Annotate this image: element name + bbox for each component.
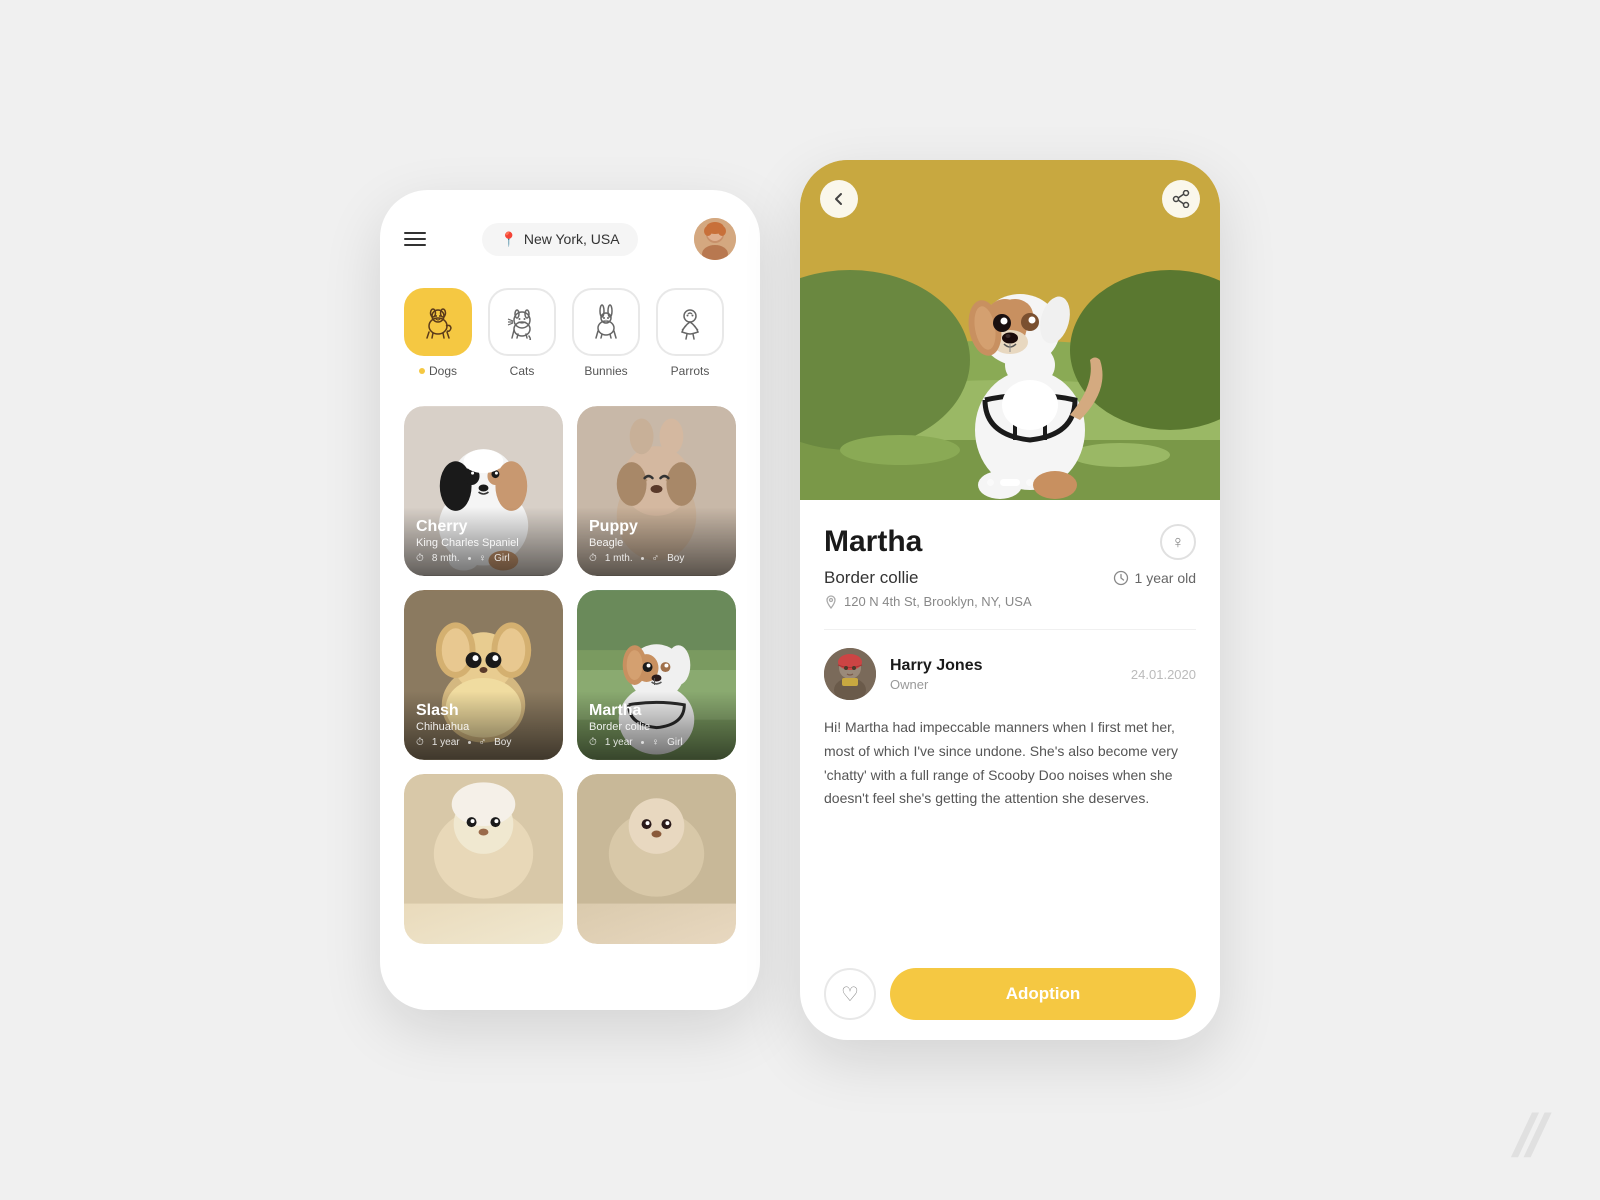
parrots-label: Parrots xyxy=(671,364,710,378)
menu-button[interactable] xyxy=(404,232,426,246)
hero-image xyxy=(800,160,1220,500)
pet-card-info-slash: Slash Chihuahua ⏱ 1 year ♂ Boy xyxy=(404,691,563,760)
pet-name-large: Martha xyxy=(824,525,922,559)
hero-controls xyxy=(800,180,1220,218)
pet-card-6[interactable] xyxy=(577,774,736,944)
pet-age: 1 year xyxy=(605,737,633,748)
pet-name: Puppy xyxy=(589,517,724,536)
age-icon: ⏱ xyxy=(589,553,597,564)
pet-card-info-martha: Martha Border collie ⏱ 1 year ♀ Girl xyxy=(577,691,736,760)
bottom-actions: ♡ Adoption xyxy=(824,968,1196,1020)
divider xyxy=(824,629,1196,630)
gender-icon: ♂ xyxy=(479,737,487,748)
cats-label: Cats xyxy=(510,364,535,378)
pet-meta: ⏱ 1 year ♀ Girl xyxy=(589,737,724,748)
gender-icon: ♀ xyxy=(652,737,660,748)
pet-age: 1 mth. xyxy=(605,553,633,564)
separator xyxy=(641,557,644,560)
pet-breed: Chihuahua xyxy=(416,721,551,733)
pet-gender: Boy xyxy=(667,553,684,564)
pet-name: Cherry xyxy=(416,517,551,536)
owner-date: 24.01.2020 xyxy=(1131,667,1196,682)
pet-card-slash[interactable]: Slash Chihuahua ⏱ 1 year ♂ Boy xyxy=(404,590,563,760)
pet-name: Martha xyxy=(589,701,724,720)
category-list: Dogs xyxy=(404,288,736,378)
pet-meta: ⏱ 1 mth. ♂ Boy xyxy=(589,553,724,564)
top-bar: 📍 New York, USA xyxy=(404,218,736,260)
share-button[interactable] xyxy=(1162,180,1200,218)
breed-name: Border collie xyxy=(824,568,919,588)
pet-card-info-puppy: Puppy Beagle ⏱ 1 mth. ♂ Boy xyxy=(577,507,736,576)
pet-gender: Girl xyxy=(494,553,510,564)
pet-name: Slash xyxy=(416,701,551,720)
watermark: // xyxy=(1512,1101,1543,1170)
category-parrots[interactable]: Parrots xyxy=(656,288,724,378)
pet-gender: Boy xyxy=(494,737,511,748)
pet-meta: ⏱ 8 mth. ♀ Girl xyxy=(416,553,551,564)
owner-row: Harry Jones Owner 24.01.2020 xyxy=(824,648,1196,700)
owner-info: Harry Jones Owner xyxy=(890,657,1117,692)
pet-age: 1 year old xyxy=(1113,570,1196,586)
owner-role: Owner xyxy=(890,677,1117,692)
separator xyxy=(641,741,644,744)
favorite-button[interactable]: ♡ xyxy=(824,968,876,1020)
pet-breed: King Charles Spaniel xyxy=(416,537,551,549)
detail-screen: Martha ♀ Border collie 1 year old xyxy=(800,160,1220,1040)
separator xyxy=(468,741,471,744)
pet-card-puppy[interactable]: Puppy Beagle ⏱ 1 mth. ♂ Boy xyxy=(577,406,736,576)
dot-2 xyxy=(1000,479,1020,486)
pet-name-row: Martha ♀ xyxy=(824,524,1196,560)
location-selector[interactable]: 📍 New York, USA xyxy=(482,223,637,256)
bunnies-icon-wrap xyxy=(572,288,640,356)
dogs-label: Dogs xyxy=(419,364,457,378)
category-cats[interactable]: Cats xyxy=(488,288,556,378)
pet-location: 120 N 4th St, Brooklyn, NY, USA xyxy=(824,594,1196,609)
pet-card-cherry[interactable]: Cherry King Charles Spaniel ⏱ 8 mth. ♀ G… xyxy=(404,406,563,576)
location-pin-icon: 📍 xyxy=(500,231,517,248)
cats-icon-wrap xyxy=(488,288,556,356)
age-icon: ⏱ xyxy=(416,737,424,748)
location-text: New York, USA xyxy=(524,231,620,247)
age-icon: ⏱ xyxy=(589,737,597,748)
active-dot xyxy=(419,368,425,374)
pet-meta: ⏱ 1 year ♂ Boy xyxy=(416,737,551,748)
dot-1 xyxy=(987,479,994,486)
pet-card-5[interactable] xyxy=(404,774,563,944)
pet-gender: Girl xyxy=(667,737,683,748)
image-dots xyxy=(987,479,1033,486)
user-avatar[interactable] xyxy=(694,218,736,260)
location-text: 120 N 4th St, Brooklyn, NY, USA xyxy=(844,594,1032,609)
gender-badge: ♀ xyxy=(1160,524,1196,560)
category-dogs[interactable]: Dogs xyxy=(404,288,472,378)
adoption-button[interactable]: Adoption xyxy=(890,968,1196,1020)
back-button[interactable] xyxy=(820,180,858,218)
gender-icon: ♀ xyxy=(479,553,487,564)
category-bunnies[interactable]: Bunnies xyxy=(572,288,640,378)
detail-content: Martha ♀ Border collie 1 year old xyxy=(800,500,1220,1040)
gender-icon: ♂ xyxy=(652,553,660,564)
dot-3 xyxy=(1026,479,1033,486)
pet-age: 8 mth. xyxy=(432,553,460,564)
owner-avatar xyxy=(824,648,876,700)
pet-breed: Border collie xyxy=(589,721,724,733)
pet-breed: Beagle xyxy=(589,537,724,549)
pet-card-martha[interactable]: Martha Border collie ⏱ 1 year ♀ Girl xyxy=(577,590,736,760)
pet-age: 1 year xyxy=(432,737,460,748)
bunnies-label: Bunnies xyxy=(584,364,627,378)
browse-screen: 📍 New York, USA xyxy=(380,190,760,1010)
parrots-icon-wrap xyxy=(656,288,724,356)
separator xyxy=(468,557,471,560)
breed-row: Border collie 1 year old xyxy=(824,568,1196,588)
pet-description: Hi! Martha had impeccable manners when I… xyxy=(824,716,1196,948)
owner-name: Harry Jones xyxy=(890,657,1117,675)
dogs-icon-wrap xyxy=(404,288,472,356)
clock-icon xyxy=(1113,570,1129,586)
age-icon: ⏱ xyxy=(416,553,424,564)
pet-card-info-cherry: Cherry King Charles Spaniel ⏱ 8 mth. ♀ G… xyxy=(404,507,563,576)
pet-grid: Cherry King Charles Spaniel ⏱ 8 mth. ♀ G… xyxy=(404,406,736,944)
location-icon xyxy=(824,595,838,609)
